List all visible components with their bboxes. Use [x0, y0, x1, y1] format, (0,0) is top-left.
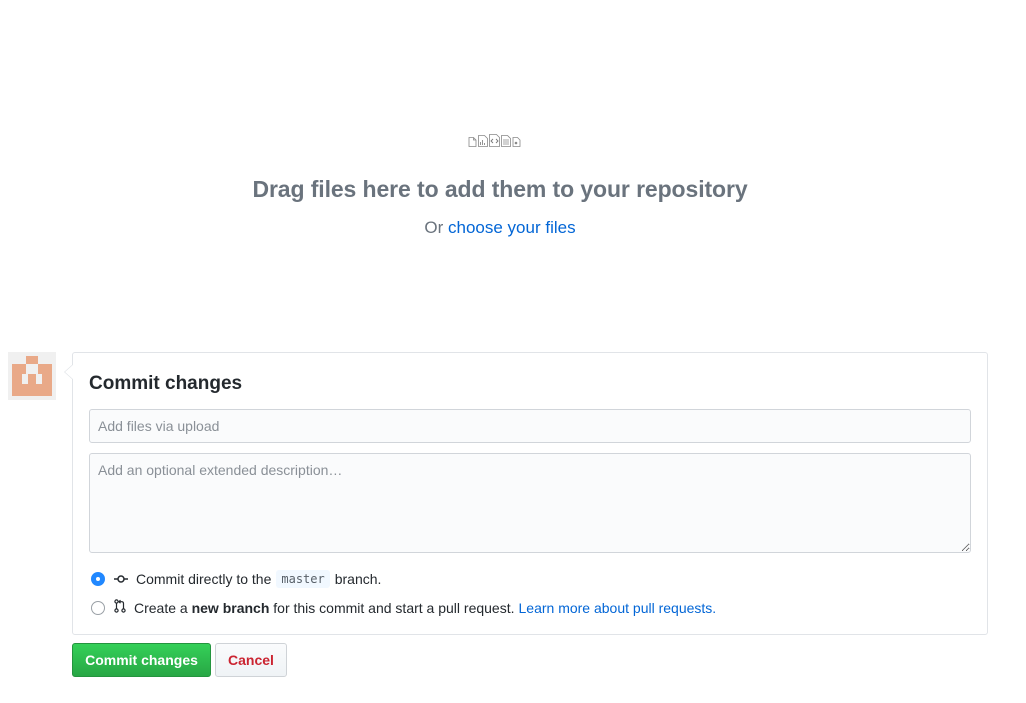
commit-direct-option[interactable]: Commit directly to the master branch. [91, 570, 381, 588]
file-code-icon [489, 134, 500, 147]
new-branch-radio[interactable] [91, 600, 105, 615]
commit-direct-radio[interactable] [91, 572, 105, 586]
commit-direct-text: Commit directly to the [136, 571, 272, 587]
new-branch-option[interactable]: Create a new branch for this commit and … [91, 599, 716, 616]
learn-more-link[interactable]: Learn more about pull requests. [519, 600, 717, 616]
git-pull-request-icon [114, 599, 126, 616]
choose-files-link[interactable]: choose your files [448, 218, 576, 237]
branch-name: master [276, 570, 330, 588]
commit-title: Commit changes [89, 373, 243, 394]
drop-zone-title: Drag files here to add them to your repo… [252, 176, 748, 202]
commit-description-input[interactable] [89, 453, 971, 553]
file-icon [468, 137, 477, 147]
commit-direct-suffix: branch. [334, 571, 382, 587]
identicon-icon [12, 356, 52, 396]
commit-summary-input[interactable] [89, 409, 971, 443]
file-media-icon [512, 137, 521, 147]
avatar [8, 352, 56, 400]
commit-changes-button[interactable]: Commit changes [72, 643, 211, 677]
drop-zone-subtitle: Or choose your files [0, 218, 1000, 238]
file-text-icon [501, 135, 511, 147]
new-branch-suffix: for this commit and start a pull request… [273, 599, 515, 616]
new-branch-bold: new branch [191, 599, 270, 616]
drop-zone-prefix: Or [424, 218, 444, 237]
upload-page: Drag files here to add them to your repo… [0, 0, 1026, 703]
file-type-icons [468, 134, 521, 147]
file-drop-zone[interactable]: Drag files here to add them to your repo… [0, 0, 1000, 330]
cancel-button[interactable]: Cancel [215, 643, 287, 677]
file-chart-icon [478, 135, 488, 147]
new-branch-text: Create a [134, 599, 188, 616]
git-commit-icon [114, 571, 128, 587]
commit-form: Commit changes Commit directly to the ma… [64, 352, 988, 635]
